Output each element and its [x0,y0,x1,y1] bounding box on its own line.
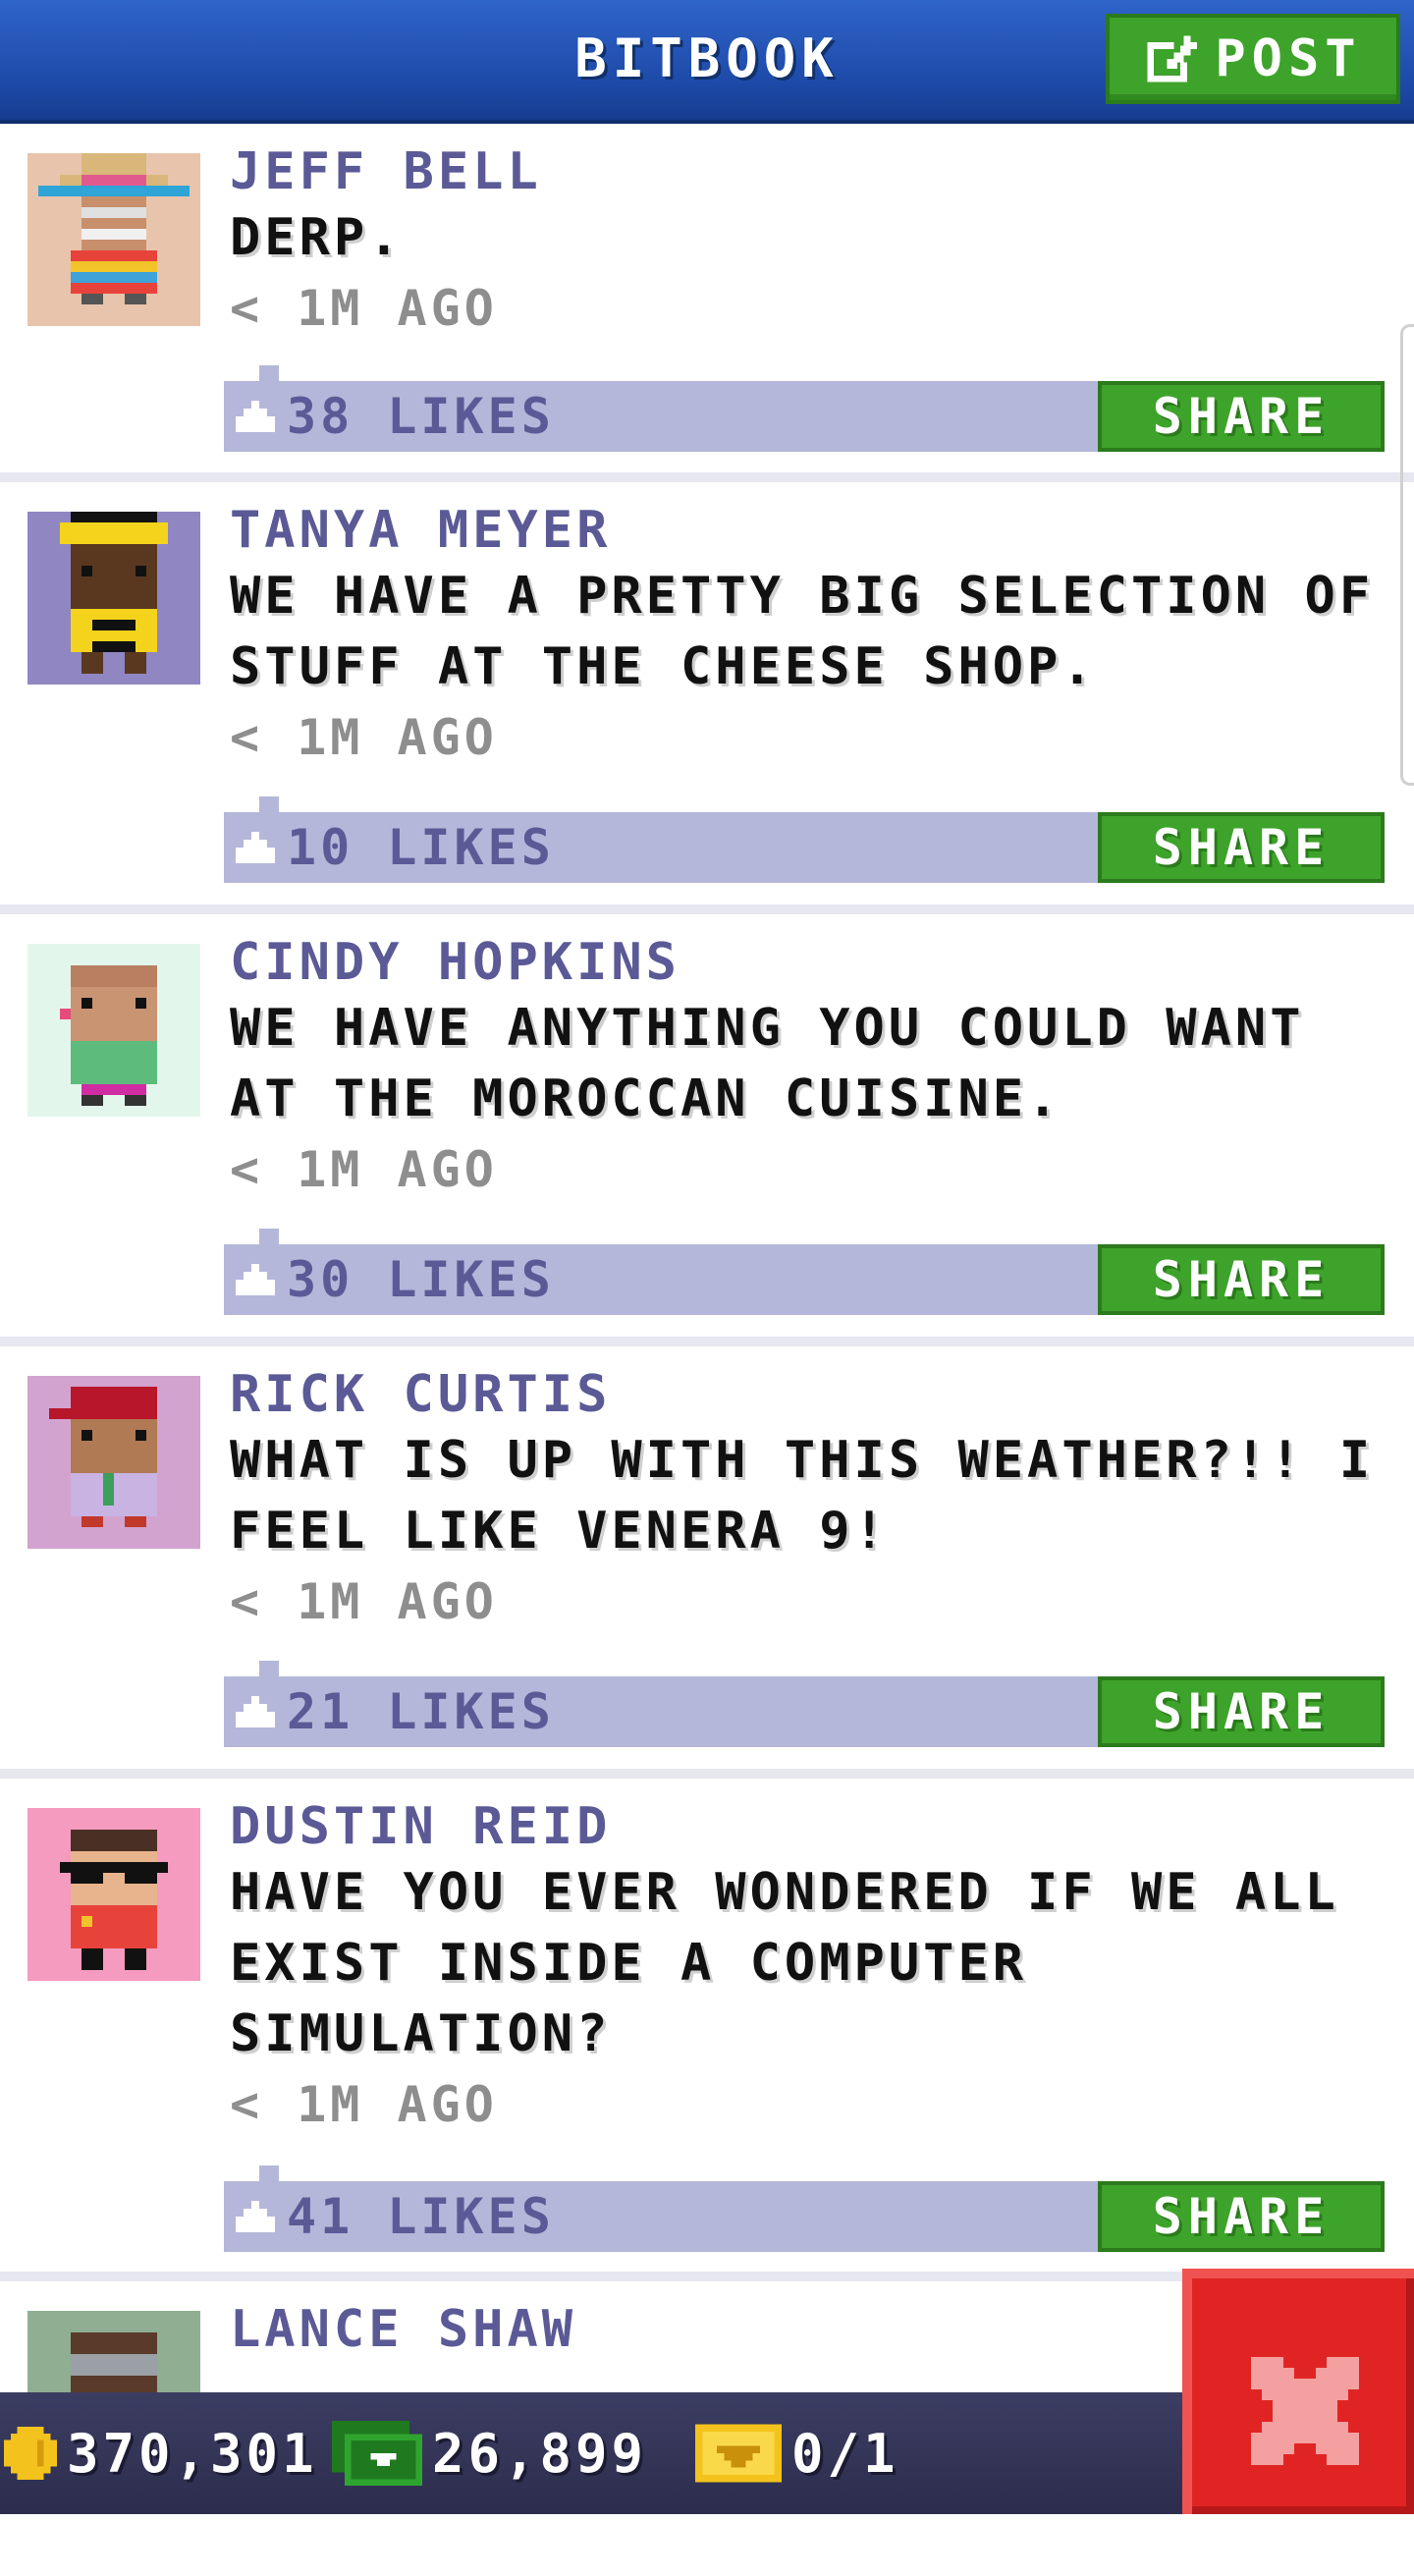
post-body: JEFF BELL DERP. < 1M AGO [230,141,1385,344]
like-count: 41 LIKES [287,2188,555,2245]
post-body: DUSTIN REID HAVE YOU EVER WONDERED IF WE… [230,1796,1385,2140]
avatar[interactable] [27,512,200,685]
thumbs-up-icon [236,1696,275,1727]
tickets-stat: 0/1 [695,2392,899,2514]
thumbs-up-icon [236,2201,275,2232]
post-message: WE HAVE A PRETTY BIG SELECTION OF STUFF … [230,567,1375,696]
avatar-image [27,1376,200,1549]
ticket-icon [695,2424,782,2483]
share-button[interactable]: SHARE [1098,2181,1385,2252]
share-button[interactable]: SHARE [1098,812,1385,883]
scrollbar[interactable] [1400,324,1414,786]
share-button[interactable]: SHARE [1098,381,1385,452]
post-timestamp: < 1M AGO [230,280,498,337]
feed-list[interactable]: JEFF BELL DERP. < 1M AGO 38 LIKES SHARE [0,124,1414,2576]
feed-post: DUSTIN REID HAVE YOU EVER WONDERED IF WE… [0,1779,1414,2281]
coins-stat: 370,301 [4,2392,318,2514]
like-count: 21 LIKES [287,1683,555,1740]
avatar[interactable] [27,944,200,1117]
feed-post: TANYA MEYER WE HAVE A PRETTY BIG SELECTI… [0,482,1414,914]
post-action-bar: 41 LIKES SHARE [224,2165,1385,2252]
bux-icon [332,2421,422,2486]
post-message: WE HAVE ANYTHING YOU COULD WANT AT THE M… [230,999,1305,1128]
avatar-image [27,512,200,685]
bux-stat: 26,899 [332,2392,647,2514]
post-action-bar: 38 LIKES SHARE [224,365,1385,452]
like-count: 30 LIKES [287,1251,555,1308]
post-body: TANYA MEYER WE HAVE A PRETTY BIG SELECTI… [230,500,1385,773]
share-button[interactable]: SHARE [1098,1244,1385,1315]
like-count: 10 LIKES [287,819,555,876]
like-tab [259,365,279,381]
post-timestamp: < 1M AGO [230,1141,498,1198]
post-message: DERP. [230,208,404,267]
like-tab [259,796,279,812]
like-tab [259,1661,279,1676]
thumbs-up-icon [236,401,275,432]
avatar[interactable] [27,1808,200,1981]
coin-icon [4,2427,57,2480]
post-action-bar: 30 LIKES SHARE [224,1229,1385,1315]
post-author[interactable]: TANYA MEYER [230,500,1385,561]
post-timestamp: < 1M AGO [230,2076,498,2133]
post-button[interactable]: POST [1106,14,1400,104]
share-button[interactable]: SHARE [1098,1676,1385,1747]
post-author[interactable]: JEFF BELL [230,141,1385,202]
close-button[interactable] [1182,2269,1414,2514]
like-tab [259,1229,279,1244]
post-author[interactable]: RICK CURTIS [230,1364,1385,1425]
like-button[interactable]: 10 LIKES [236,816,555,879]
avatar-image [27,1808,200,1981]
app-header: BITBOOK POST [0,0,1414,124]
tickets-value: 0/1 [791,2422,899,2485]
thumbs-up-icon [236,832,275,863]
avatar[interactable] [27,1376,200,1549]
post-timestamp: < 1M AGO [230,709,498,766]
like-count: 38 LIKES [287,388,555,445]
like-button[interactable]: 41 LIKES [236,2185,555,2248]
close-icon [1251,2357,1359,2465]
avatar-image [27,944,200,1117]
feed-post: CINDY HOPKINS WE HAVE ANYTHING YOU COULD… [0,914,1414,1346]
feed-post: JEFF BELL DERP. < 1M AGO 38 LIKES SHARE [0,124,1414,482]
post-button-label: POST [1215,29,1362,88]
thumbs-up-icon [236,1264,275,1295]
avatar[interactable] [27,153,200,326]
post-message: WHAT IS UP WITH THIS WEATHER?!! I FEEL L… [230,1431,1375,1561]
post-action-bar: 10 LIKES SHARE [224,796,1385,883]
like-button[interactable]: 21 LIKES [236,1680,555,1743]
post-author[interactable]: CINDY HOPKINS [230,932,1385,993]
feed-post: RICK CURTIS WHAT IS UP WITH THIS WEATHER… [0,1346,1414,1779]
edit-icon [1147,35,1198,82]
coins-value: 370,301 [67,2422,318,2485]
post-author[interactable]: DUSTIN REID [230,1796,1385,1857]
post-body: CINDY HOPKINS WE HAVE ANYTHING YOU COULD… [230,932,1385,1205]
like-button[interactable]: 38 LIKES [236,385,555,448]
bux-value: 26,899 [432,2422,648,2485]
post-timestamp: < 1M AGO [230,1573,498,1630]
post-action-bar: 21 LIKES SHARE [224,1661,1385,1747]
avatar-image [27,153,200,326]
post-body: RICK CURTIS WHAT IS UP WITH THIS WEATHER… [230,1364,1385,1637]
like-tab [259,2165,279,2181]
post-message: HAVE YOU EVER WONDERED IF WE ALL EXIST I… [230,1863,1339,2063]
like-button[interactable]: 30 LIKES [236,1248,555,1311]
